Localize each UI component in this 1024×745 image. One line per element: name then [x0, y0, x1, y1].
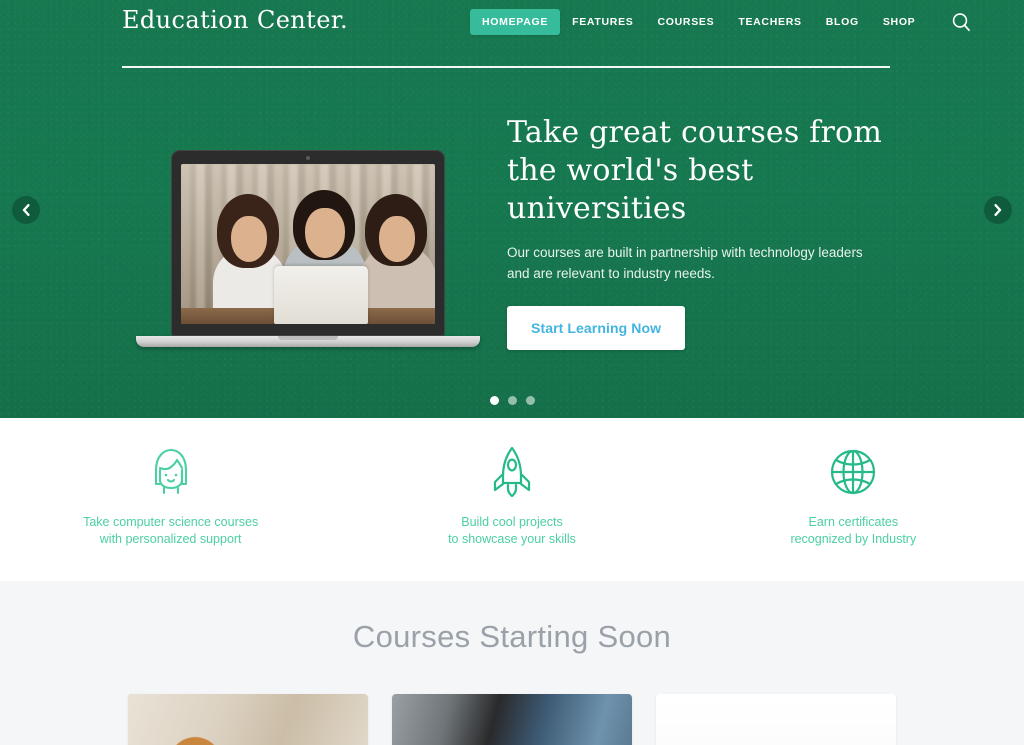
girl-face-icon: [146, 444, 196, 500]
hero-laptop-image: [136, 150, 480, 347]
nav-item-blog[interactable]: BLOG: [814, 9, 871, 35]
slider-next-button[interactable]: [984, 196, 1012, 224]
course-card-1-photo: [128, 694, 368, 745]
rocket-icon: [489, 444, 535, 500]
globe-icon: [828, 444, 878, 500]
feature-3-line-2: recognized by Industry: [790, 532, 917, 546]
feature-item-3: Earn certificates recognized by Industry: [683, 418, 1024, 581]
laptop-lid: [171, 150, 445, 336]
feature-3-line-1: Earn certificates: [808, 515, 899, 529]
course-card-2-photo: [392, 694, 632, 745]
nav-item-features[interactable]: FEATURES: [560, 9, 645, 35]
slider-prev-button[interactable]: [12, 196, 40, 224]
course-card-2[interactable]: [392, 694, 632, 745]
start-learning-button[interactable]: Start Learning Now: [507, 306, 686, 350]
nav-item-homepage[interactable]: HOMEPAGE: [470, 9, 561, 35]
course-card-3-photo: [656, 694, 896, 745]
hero-subtitle: Our courses are built in partnership wit…: [507, 245, 863, 281]
nav-item-shop[interactable]: SHOP: [871, 9, 928, 35]
feature-item-2: Build cool projects to showcase your ski…: [341, 418, 682, 581]
nav-item-courses[interactable]: COURSES: [646, 9, 727, 35]
site-header: Education Center. HOMEPAGE FEATURES COUR…: [0, 0, 1024, 46]
course-card-3[interactable]: [656, 694, 896, 745]
hero-section: Education Center. HOMEPAGE FEATURES COUR…: [0, 0, 1024, 418]
slider-dot-2[interactable]: [507, 396, 517, 405]
slider-pagination: [0, 396, 1024, 405]
feature-1-line-2: with personalized support: [99, 532, 242, 546]
laptop-base: [136, 336, 480, 347]
course-card-list: [0, 694, 1024, 745]
chevron-left-icon: [22, 204, 30, 216]
features-section: Take computer science courses with perso…: [0, 418, 1024, 602]
site-logo[interactable]: Education Center.: [122, 6, 348, 34]
slider-dot-1[interactable]: [489, 396, 499, 405]
header-divider: [122, 66, 890, 68]
courses-section: Courses Starting Soon: [0, 581, 1024, 745]
search-icon: [952, 12, 970, 31]
chevron-right-icon: [994, 204, 1002, 216]
laptop-camera-icon: [306, 156, 310, 160]
slider-dot-3[interactable]: [525, 396, 535, 405]
nav-item-teachers[interactable]: TEACHERS: [726, 9, 813, 35]
laptop-screen-photo: [181, 164, 435, 324]
feature-item-1: Take computer science courses with perso…: [0, 418, 341, 581]
feature-1-line-1: Take computer science courses: [83, 515, 259, 529]
feature-2-line-1: Build cool projects: [461, 515, 563, 529]
main-navigation: HOMEPAGE FEATURES COURSES TEACHERS BLOG …: [470, 9, 973, 35]
hero-title: Take great courses from the world's best…: [507, 115, 882, 226]
hero-copy: Take great courses from the world's best…: [507, 114, 907, 350]
courses-section-title: Courses Starting Soon: [352, 619, 672, 654]
feature-2-line-2: to showcase your skills: [448, 532, 576, 546]
course-card-1[interactable]: [128, 694, 368, 745]
search-button[interactable]: [949, 10, 973, 34]
